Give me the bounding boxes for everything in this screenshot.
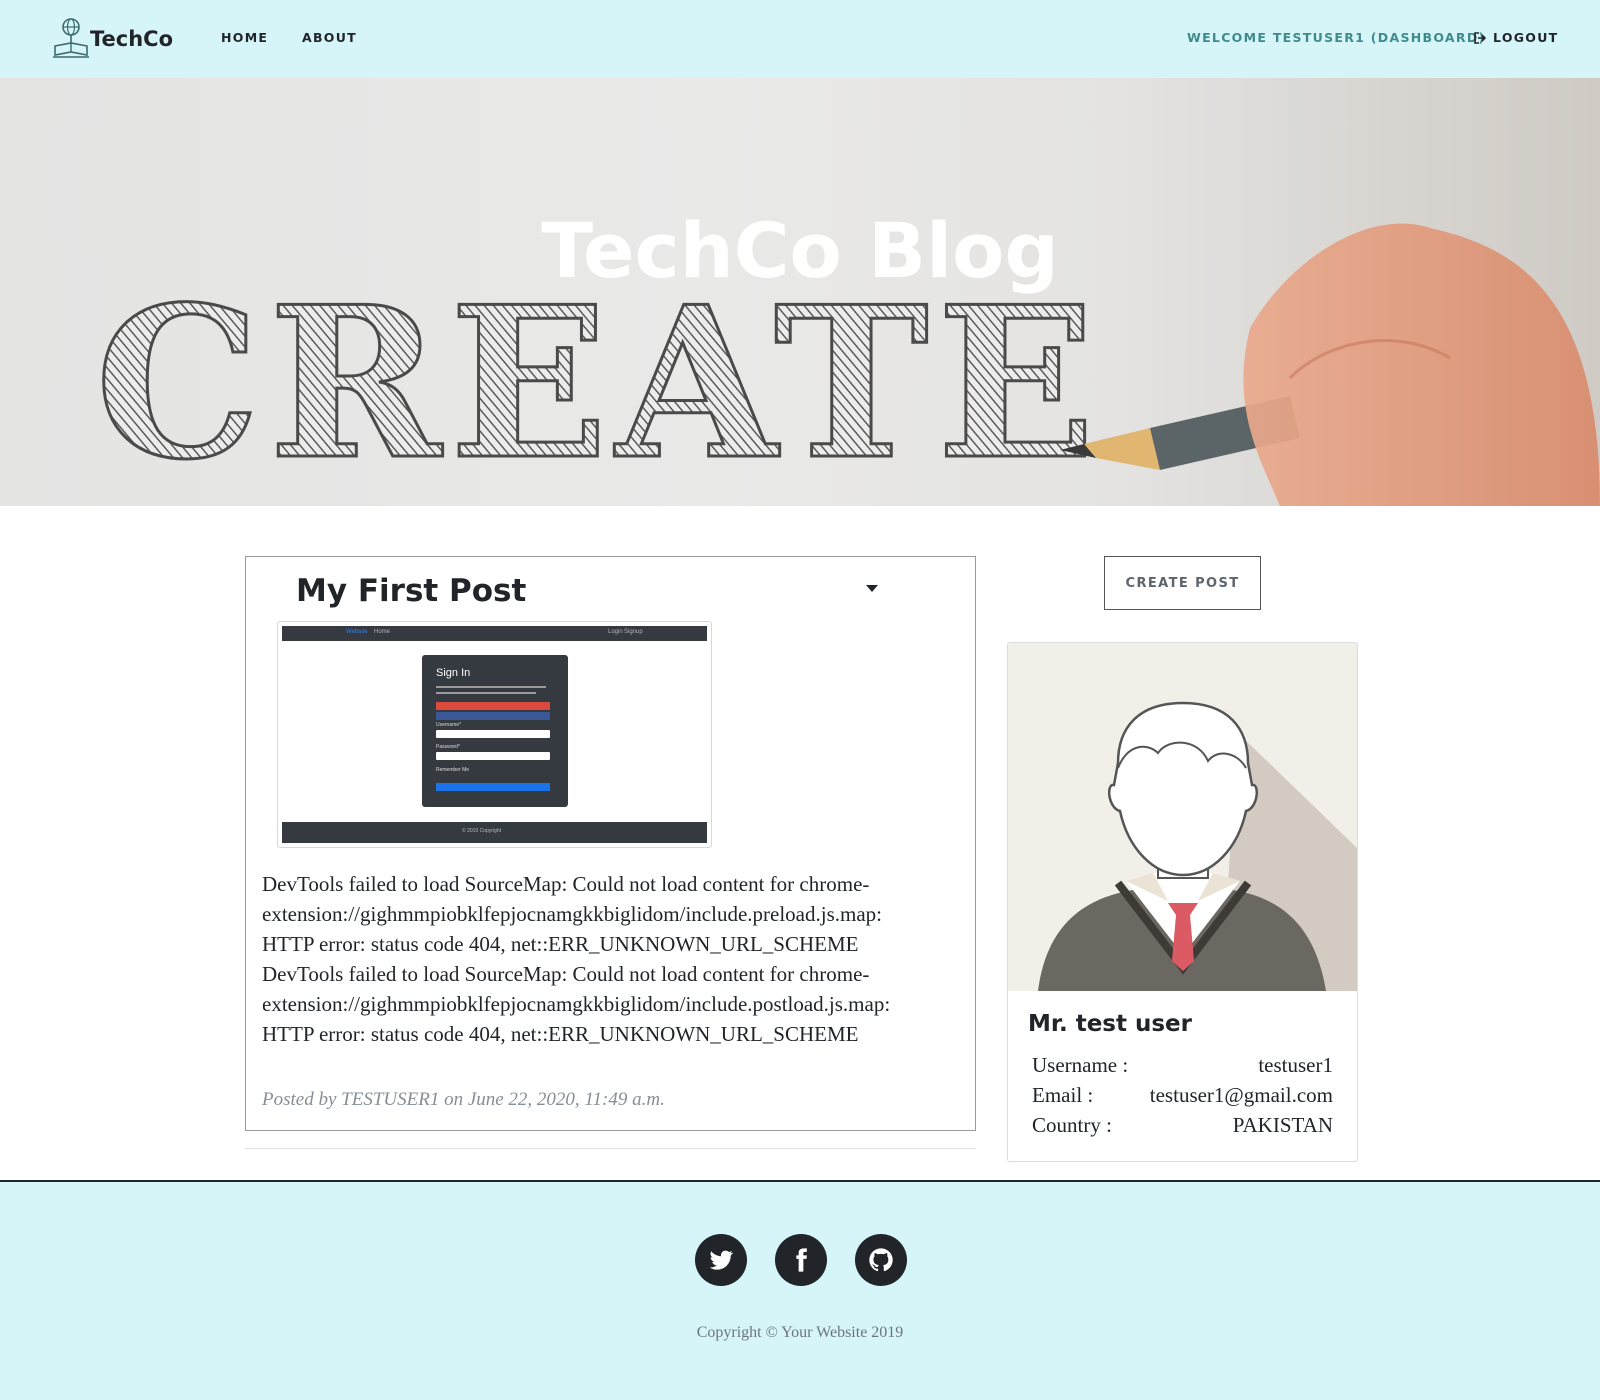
signin-screenshot: Website Home Login Signup Sign In Userna… bbox=[282, 626, 707, 843]
post-image: Website Home Login Signup Sign In Userna… bbox=[277, 621, 712, 848]
screenshot-footer-text: © 2019 Copyright bbox=[462, 828, 501, 834]
screenshot-google-button bbox=[436, 702, 550, 710]
twitter-link[interactable] bbox=[695, 1234, 747, 1286]
screenshot-username-label: Username* bbox=[436, 722, 462, 728]
nav-about-link[interactable]: ABOUT bbox=[302, 30, 357, 45]
brand-name: TechCo bbox=[90, 27, 174, 51]
github-icon bbox=[869, 1248, 893, 1272]
email-value: testuser1@gmail.com bbox=[1149, 1083, 1333, 1107]
hero-banner: CREATE TechCo Blog bbox=[0, 78, 1600, 506]
user-avatar-illustration bbox=[1008, 643, 1357, 991]
hero-create-word: CREATE bbox=[95, 262, 1103, 506]
post-body-line: HTTP error: status code 404, net::ERR_UN… bbox=[262, 932, 859, 956]
email-key: Email : bbox=[1032, 1083, 1094, 1107]
create-post-button[interactable]: CREATE POST bbox=[1104, 556, 1261, 610]
screenshot-text-line bbox=[436, 686, 546, 688]
navbar: TechCo HOME ABOUT WELCOME TESTUSER1 (DAS… bbox=[0, 0, 1600, 78]
dashboard-link[interactable]: WELCOME TESTUSER1 (DASHBOARD) bbox=[1187, 30, 1486, 45]
post-body-line: extension://gighmmpiobklfepjocnamgkkbigl… bbox=[262, 992, 891, 1016]
screenshot-password-input bbox=[436, 752, 550, 760]
screenshot-login: Login bbox=[608, 629, 623, 635]
post-card: My First Post Website Home Login Signup … bbox=[245, 556, 976, 1131]
post-body: DevTools failed to load SourceMap: Could… bbox=[262, 869, 962, 1049]
github-link[interactable] bbox=[855, 1234, 907, 1286]
post-body-line: DevTools failed to load SourceMap: Could… bbox=[262, 962, 870, 986]
screenshot-remember-label: Remember Me bbox=[436, 767, 470, 773]
username-value: testuser1 bbox=[1258, 1053, 1333, 1077]
twitter-icon bbox=[709, 1250, 734, 1270]
screenshot-navbar: Website Home Login Signup bbox=[282, 626, 707, 641]
logout-link[interactable]: LOGOUT bbox=[1473, 30, 1559, 45]
globe-book-logo-icon bbox=[53, 18, 89, 58]
copyright-text: Copyright © Your Website 2019 bbox=[696, 1324, 904, 1341]
screenshot-username-input bbox=[436, 730, 550, 738]
screenshot-facebook-button bbox=[436, 712, 550, 720]
post-body-line: extension://gighmmpiobklfepjocnamgkkbigl… bbox=[262, 902, 882, 926]
country-key: Country : bbox=[1032, 1113, 1112, 1137]
username-key: Username : bbox=[1032, 1053, 1129, 1077]
caret-down-icon[interactable] bbox=[866, 585, 878, 592]
post-meta: Posted by TESTUSER1 on June 22, 2020, 11… bbox=[262, 1089, 665, 1110]
screenshot-signin-title: Sign In bbox=[436, 667, 471, 679]
brand-link[interactable]: TechCo bbox=[50, 16, 173, 58]
post-body-line: DevTools failed to load SourceMap: Could… bbox=[262, 872, 870, 896]
post-title[interactable]: My First Post bbox=[296, 573, 526, 609]
facebook-icon bbox=[796, 1248, 807, 1272]
facebook-link[interactable] bbox=[775, 1234, 827, 1286]
nav-home-link[interactable]: HOME bbox=[221, 30, 268, 45]
post-body-line: HTTP error: status code 404, net::ERR_UN… bbox=[262, 1022, 859, 1046]
screenshot-text-line bbox=[436, 692, 536, 694]
screenshot-home: Home bbox=[374, 629, 391, 635]
sign-out-icon bbox=[1474, 31, 1487, 44]
screenshot-password-label: Password* bbox=[436, 744, 460, 750]
footer: Copyright © Your Website 2019 bbox=[0, 1180, 1600, 1400]
hero-title: TechCo Blog bbox=[541, 206, 1059, 295]
screenshot-signup: Signup bbox=[624, 629, 643, 635]
screenshot-footer: © 2019 Copyright bbox=[282, 822, 707, 843]
screenshot-signin-button bbox=[436, 783, 550, 791]
screenshot-brand: Website bbox=[346, 629, 368, 635]
screenshot-signin-modal: Sign In Username* Password* Remember Me bbox=[422, 655, 568, 807]
profile-name: Mr. test user bbox=[1028, 1011, 1192, 1037]
logout-label: LOGOUT bbox=[1493, 30, 1559, 45]
post-divider bbox=[245, 1148, 976, 1149]
country-value: PAKISTAN bbox=[1232, 1113, 1333, 1137]
profile-card: Mr. test user Username : testuser1 Email… bbox=[1007, 642, 1358, 1162]
